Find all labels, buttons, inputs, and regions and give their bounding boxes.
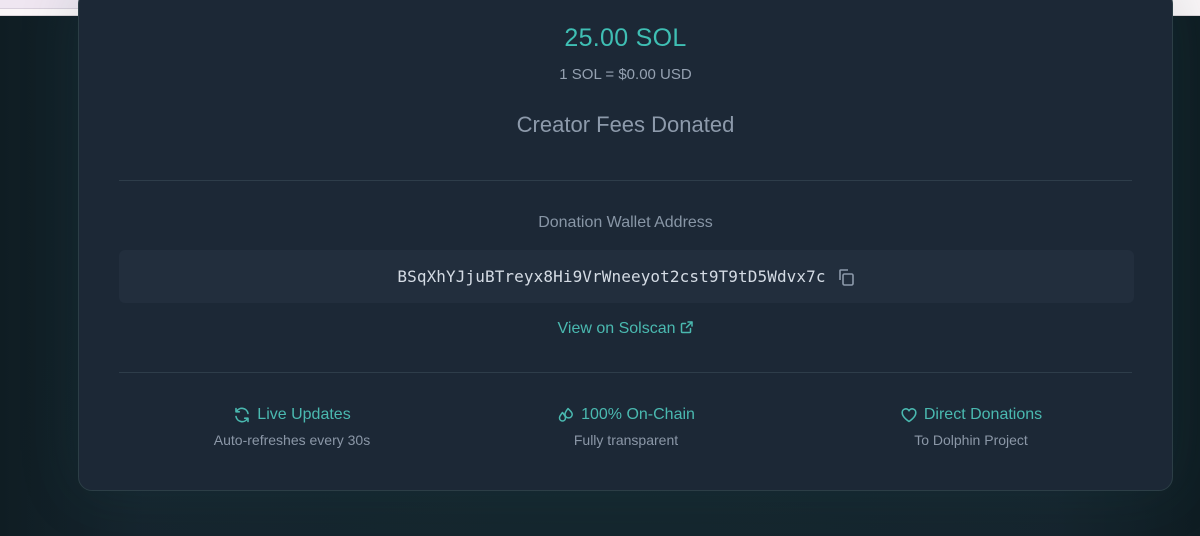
copy-icon[interactable] — [836, 267, 856, 287]
feature-title: Live Updates — [257, 406, 351, 423]
divider — [119, 180, 1132, 181]
solscan-link-label: View on Solscan — [557, 320, 676, 337]
wallet-address-box: BSqXhYJjuBTreyx8Hi9VrWneeyot2cst9T9tD5Wd… — [119, 250, 1134, 303]
feature-direct-donations: Direct Donations To Dolphin Project — [841, 404, 1101, 448]
creator-fees-label: Creator Fees Donated — [516, 112, 735, 137]
wallet-address-label: Donation Wallet Address — [538, 214, 713, 231]
donation-amount: 25.00 SOL — [564, 24, 687, 52]
external-link-icon — [680, 321, 693, 334]
feature-subtitle: Auto-refreshes every 30s — [213, 432, 371, 448]
view-on-solscan-link[interactable]: View on Solscan — [79, 320, 1172, 338]
droplets-icon — [558, 407, 574, 422]
sol-usd-rate: 1 SOL = $0.00 USD — [559, 66, 692, 83]
feature-live-updates: Live Updates Auto-refreshes every 30s — [162, 404, 422, 448]
refresh-icon — [235, 407, 250, 423]
feature-title: Direct Donations — [923, 406, 1043, 423]
feature-subtitle: To Dolphin Project — [914, 432, 1028, 448]
divider — [119, 372, 1132, 373]
feature-on-chain: 100% On-Chain Fully transparent — [496, 404, 756, 448]
heart-icon — [901, 408, 917, 423]
feature-subtitle: Fully transparent — [573, 432, 679, 448]
feature-title: 100% On-Chain — [581, 406, 695, 423]
wallet-address[interactable]: BSqXhYJjuBTreyx8Hi9VrWneeyot2cst9T9tD5Wd… — [397, 267, 825, 286]
donation-card: 25.00 SOL 1 SOL = $0.00 USD Creator Fees… — [78, 0, 1173, 491]
